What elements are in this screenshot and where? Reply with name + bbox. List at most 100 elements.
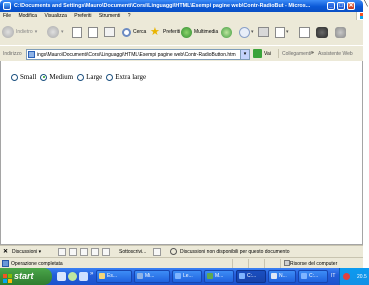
- history-button[interactable]: [221, 25, 232, 39]
- discussion-bar: ✕ Discussioni ▾ Sottoscrivi... Discussio…: [0, 245, 363, 257]
- discussion-tool-icon[interactable]: [91, 248, 99, 256]
- address-value: ings\Mauro\Documenti\Corsi\Linguaggi\HTM…: [37, 52, 236, 58]
- cursor-icon: ╲: [364, 1, 368, 7]
- stop-button[interactable]: [72, 25, 82, 39]
- chevron-down-icon: ▾: [34, 29, 38, 35]
- browser-icon: [301, 273, 307, 279]
- web-assistant-link[interactable]: Assistente Web: [318, 51, 358, 57]
- radio-option-medium[interactable]: Medium: [40, 73, 73, 81]
- search-icon: [122, 27, 131, 37]
- window-icon: [175, 273, 181, 279]
- address-bar: Indirizzo ings\Mauro\Documenti\Corsi\Lin…: [0, 45, 363, 61]
- quicklaunch-icon[interactable]: [57, 272, 66, 281]
- messenger-button[interactable]: [316, 25, 328, 39]
- refresh-icon: [88, 26, 98, 38]
- task-button[interactable]: N...: [268, 270, 296, 283]
- address-label: Indirizzo: [3, 51, 22, 57]
- research-button[interactable]: [335, 25, 346, 39]
- task-button[interactable]: Mi...: [134, 270, 170, 283]
- back-button[interactable]: Indietro ▾: [2, 25, 37, 39]
- forward-arrow-icon: [47, 26, 59, 38]
- multimedia-icon: [181, 26, 192, 38]
- menu-file[interactable]: File: [3, 12, 11, 20]
- radio-option-large[interactable]: Large: [77, 73, 102, 81]
- menu-help[interactable]: ?: [128, 12, 131, 20]
- maximize-button[interactable]: □: [337, 2, 345, 10]
- close-discussion-button[interactable]: ✕: [3, 248, 8, 255]
- discussion-tool-icon[interactable]: [58, 248, 66, 256]
- edit-button[interactable]: ▾: [275, 25, 289, 39]
- clock[interactable]: 20.5: [357, 274, 367, 280]
- menu-modifica[interactable]: Modifica: [18, 12, 37, 20]
- system-tray: 20.5: [339, 268, 369, 285]
- radio-button[interactable]: [77, 73, 85, 81]
- links-label[interactable]: Collegamenti: [282, 51, 311, 57]
- chevron-down-icon: ▾: [61, 29, 64, 35]
- discussion-tool-icon[interactable]: [153, 248, 161, 256]
- start-label: start: [14, 271, 34, 281]
- links-more-button[interactable]: »: [311, 50, 314, 56]
- menu-bar: File Modifica Visualizza Preferiti Strum…: [0, 12, 363, 20]
- quicklaunch-icon[interactable]: [68, 272, 77, 281]
- discussion-menu-button[interactable]: Discussioni ▾: [12, 249, 41, 255]
- go-button[interactable]: Vai: [253, 49, 271, 58]
- window-title: C:\Documents and Settings\Mauro\Document…: [14, 3, 311, 9]
- radio-option-small[interactable]: Small: [11, 73, 36, 81]
- radio-button[interactable]: [106, 73, 114, 81]
- search-button[interactable]: Cerca: [122, 25, 146, 39]
- quicklaunch-more[interactable]: »: [90, 271, 93, 277]
- chevron-down-icon[interactable]: ▾: [240, 50, 249, 59]
- language-indicator[interactable]: IT: [331, 273, 335, 279]
- menu-visualizza[interactable]: Visualizza: [44, 12, 66, 20]
- menu-strumenti[interactable]: Strumenti: [99, 12, 120, 20]
- forward-button[interactable]: ▾: [47, 25, 64, 39]
- star-icon: ★: [150, 25, 160, 38]
- title-bar[interactable]: C:\Documents and Settings\Mauro\Document…: [0, 0, 363, 12]
- notepad-icon: [271, 273, 277, 279]
- address-input[interactable]: ings\Mauro\Documenti\Corsi\Linguaggi\HTM…: [26, 49, 250, 60]
- refresh-button[interactable]: [88, 25, 98, 39]
- home-button[interactable]: [104, 25, 115, 39]
- history-icon: [221, 26, 232, 38]
- discussion-tool-icon[interactable]: [69, 248, 77, 256]
- taskbar: start » Es... Mi... Le... M... C:... N..…: [0, 268, 369, 285]
- tray-icon[interactable]: [343, 273, 350, 280]
- page-done-icon: [2, 260, 9, 267]
- subscribe-button[interactable]: Sottoscrivi...: [119, 249, 146, 255]
- task-button[interactable]: Le...: [172, 270, 202, 283]
- task-button[interactable]: Es...: [96, 270, 132, 283]
- excel-icon: [207, 273, 213, 279]
- multimedia-button[interactable]: Multimedia: [181, 25, 218, 39]
- quicklaunch-icon[interactable]: [79, 272, 88, 281]
- chevron-down-icon: ▾: [286, 29, 289, 35]
- research-icon: [335, 26, 346, 38]
- status-bar: Operazione completata Risorse del comput…: [0, 257, 363, 268]
- favorites-button[interactable]: ★ Preferiti: [150, 25, 180, 39]
- browser-icon: [3, 2, 11, 10]
- minimize-button[interactable]: _: [327, 2, 335, 10]
- print-button[interactable]: [258, 25, 269, 39]
- chevron-down-icon: ▾: [251, 29, 254, 35]
- task-button[interactable]: C:...: [298, 270, 328, 283]
- discuss-icon: [299, 26, 310, 38]
- home-icon: [104, 27, 115, 37]
- discuss-button[interactable]: [299, 25, 310, 39]
- security-zone: Risorse del computer: [290, 261, 338, 267]
- browser-icon: [239, 273, 245, 279]
- desktop-background: ╲: [363, 0, 369, 268]
- start-button[interactable]: start: [0, 268, 52, 285]
- radio-button[interactable]: [11, 73, 18, 81]
- windows-flag-icon: [3, 272, 12, 283]
- discussion-tool-icon[interactable]: [80, 248, 88, 256]
- discussion-tool-icon[interactable]: [102, 248, 110, 256]
- close-button[interactable]: ✕: [347, 2, 355, 10]
- mail-button[interactable]: ▾: [239, 25, 254, 39]
- task-button[interactable]: M...: [204, 270, 234, 283]
- menu-preferiti[interactable]: Preferiti: [74, 12, 91, 20]
- radio-option-extra-large[interactable]: Extra large: [106, 73, 146, 81]
- radio-label: Large: [86, 73, 103, 81]
- edit-icon: [275, 26, 285, 38]
- window-icon: [137, 273, 143, 279]
- radio-button[interactable]: [40, 73, 48, 81]
- task-button-active[interactable]: C:...: [236, 270, 266, 283]
